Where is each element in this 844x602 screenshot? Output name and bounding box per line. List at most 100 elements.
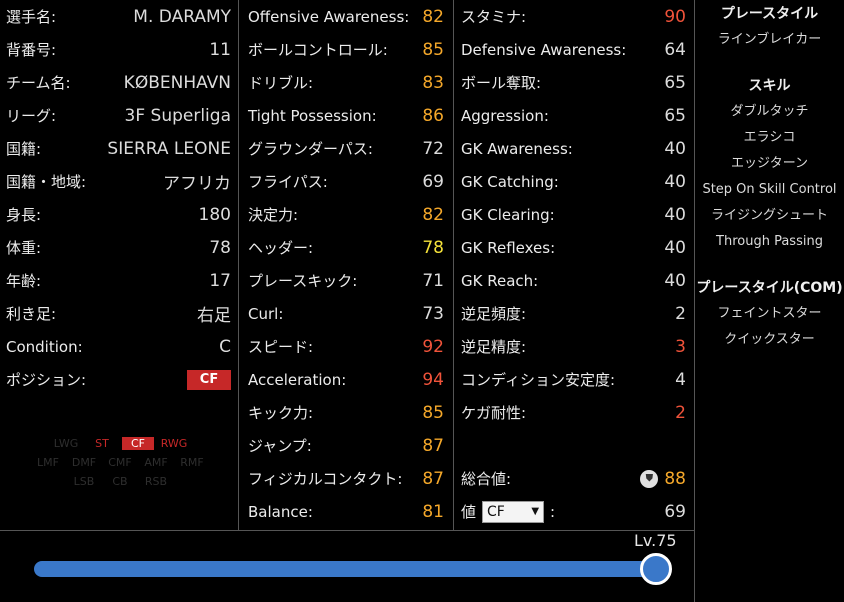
stat-row-label: GK Reach:	[461, 271, 539, 290]
stat-row: 逆足精度: 3	[454, 330, 694, 363]
stat-row-value: 94	[422, 369, 444, 390]
stat-row: ヘッダー: 78	[239, 231, 453, 264]
position-map-cell: RSB	[144, 475, 168, 488]
position-row: ポジション: CF	[0, 363, 238, 396]
stat-row-value: 40	[664, 237, 686, 258]
stat-row-label: Tight Possession:	[248, 106, 377, 125]
stat-row-label: ジャンプ:	[248, 437, 312, 455]
rated-value: 69	[664, 501, 686, 522]
stat-row: ボールコントロール: 85	[239, 33, 453, 66]
shield-icon[interactable]: ⛊	[640, 469, 659, 488]
skill-item: Through Passing	[716, 234, 823, 249]
overall-row: 総合値: ⛊ 88	[454, 462, 694, 495]
skills-heading: スキル	[748, 78, 791, 94]
stat-row-label: グラウンダーパス:	[248, 140, 373, 158]
stat-row-label: プレースキック:	[248, 272, 358, 290]
stat-row-value: 69	[422, 171, 444, 192]
divider	[0, 530, 694, 531]
stat-row: GK Catching: 40	[454, 165, 694, 198]
stat-row: GK Awareness: 40	[454, 132, 694, 165]
profile-row: Condition: C	[0, 330, 238, 363]
stat-row-value: 40	[664, 204, 686, 225]
stat-row: ケガ耐性: 2	[454, 396, 694, 429]
skill-item: エラシコ	[743, 130, 796, 145]
stat-row: 逆足頻度: 2	[454, 297, 694, 330]
stat-row-value: 2	[675, 303, 686, 324]
stat-row-label: スタミナ:	[461, 8, 527, 26]
stats-column-b: スタミナ: 90 Defensive Awareness: 64 ボール奪取: 65 Agg…	[453, 0, 694, 530]
stat-row: Acceleration: 94	[239, 363, 453, 396]
stat-row: Tight Possession: 86	[239, 99, 453, 132]
profile-row-label: 利き足:	[6, 305, 57, 323]
profile-row: 身長: 180	[0, 198, 238, 231]
stats-column-a: Offensive Awareness: 82 ボールコントロール: 85 ドリブル: 8…	[238, 0, 453, 530]
stat-row-value: 40	[664, 171, 686, 192]
playstyle-value: ラインブレイカー	[717, 32, 822, 47]
stat-row-value: 85	[422, 39, 444, 60]
position-map-cell: LSB	[73, 475, 95, 488]
stat-row-value: 87	[422, 468, 444, 489]
stat-row-value: 85	[422, 402, 444, 423]
level-slider-handle[interactable]	[640, 553, 672, 585]
position-map-cell: AMF	[144, 456, 168, 469]
position-map-cell: CF	[122, 437, 154, 450]
playstyle-heading: プレースタイル	[720, 6, 819, 22]
profile-row-value: C	[219, 336, 231, 357]
stat-row-label: GK Awareness:	[461, 139, 573, 158]
stat-row: フィジカルコンタクト: 87	[239, 462, 453, 495]
stat-row: コンディション安定度: 4	[454, 363, 694, 396]
stat-row: ジャンプ: 87	[239, 429, 453, 462]
profile-row-value: 右足	[197, 306, 231, 326]
level-slider-track[interactable]	[34, 561, 656, 577]
overall-label: 総合値:	[461, 470, 512, 488]
profile-row-value: SIERRA LEONE	[107, 138, 231, 159]
stat-row-label: GK Clearing:	[461, 205, 555, 224]
rated-row: 値 CF ▼ : 69	[454, 495, 694, 528]
position-map-cell: CMF	[108, 456, 132, 469]
profile-row-label: 選手名:	[6, 8, 57, 26]
dropdown-arrow-icon: ▼	[531, 506, 540, 517]
stat-row-label: スピード:	[248, 338, 314, 356]
stat-row-value: 65	[664, 105, 686, 126]
stat-row: プレースキック: 71	[239, 264, 453, 297]
stat-row: グラウンダーパス: 72	[239, 132, 453, 165]
stat-row-label: Offensive Awareness:	[248, 7, 410, 26]
com-playstyle-item: フェイントスター	[717, 306, 822, 321]
sidebar: プレースタイル ラインブレイカー スキル ダブルタッチ エラシコ エッジターン Ste…	[694, 0, 844, 602]
level-label: Lv.75	[634, 531, 677, 550]
stat-row: Balance: 81	[239, 495, 453, 528]
profile-row-value: 11	[209, 39, 231, 60]
position-select[interactable]: CF ▼	[482, 500, 545, 523]
position-map-cell: DMF	[71, 456, 97, 469]
stat-row-value: 71	[422, 270, 444, 291]
profile-row-label: Condition:	[6, 337, 83, 356]
profile-column: 選手名: M. DARAMY 背番号: 11 チーム名: KØBENHAVN リーグ: 3F …	[0, 0, 238, 530]
stat-row: GK Clearing: 40	[454, 198, 694, 231]
stat-row-value: 86	[422, 105, 444, 126]
profile-row-value: 3F Superliga	[124, 105, 231, 126]
profile-row-value: 78	[209, 237, 231, 258]
profile-row-label: 年齢:	[6, 272, 42, 290]
stat-row-label: ボール奪取:	[461, 74, 542, 92]
position-map-cell: CB	[112, 475, 128, 488]
profile-row: 年齢: 17	[0, 264, 238, 297]
profile-row-value: アフリカ	[163, 174, 231, 194]
profile-row-label: 国籍:	[6, 140, 42, 158]
stat-row: GK Reach: 40	[454, 264, 694, 297]
stat-row: 決定力: 82	[239, 198, 453, 231]
rated-label: 値	[461, 503, 477, 521]
stat-row-label: Acceleration:	[248, 370, 347, 389]
stat-row-label: ドリブル:	[248, 74, 314, 92]
stat-row: GK Reflexes: 40	[454, 231, 694, 264]
stat-row-label: Aggression:	[461, 106, 549, 125]
stat-row-value: 87	[422, 435, 444, 456]
skill-item: Step On Skill Control	[702, 182, 837, 197]
profile-row-value: M. DARAMY	[133, 6, 231, 27]
profile-row: 背番号: 11	[0, 33, 238, 66]
profile-row-label: 背番号:	[6, 41, 57, 59]
stat-row-label: Balance:	[248, 502, 313, 521]
profile-row: 国籍・地域: アフリカ	[0, 165, 238, 198]
profile-row-value: KØBENHAVN	[123, 72, 231, 93]
skill-item: ダブルタッチ	[730, 104, 809, 119]
stat-row: スピード: 92	[239, 330, 453, 363]
